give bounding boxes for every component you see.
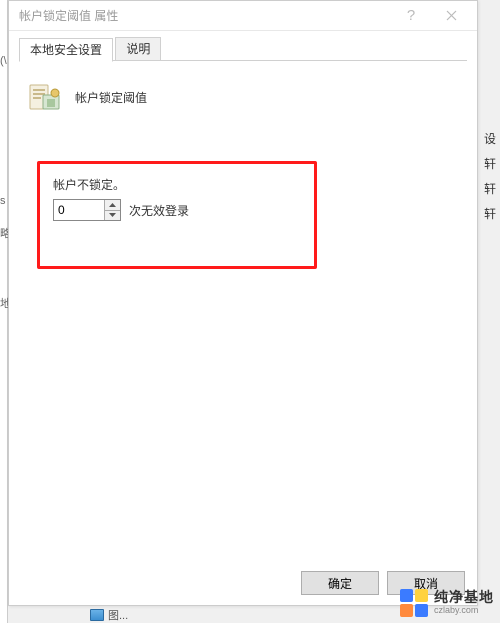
field-label: 帐户不锁定。: [53, 176, 189, 193]
ok-button[interactable]: 确定: [301, 571, 379, 595]
bg-text-fragment: 设: [484, 130, 496, 147]
tab-explain[interactable]: 说明: [115, 37, 161, 61]
bg-text-fragment: 轩: [484, 180, 496, 197]
background-window-left-edge: [0, 0, 8, 623]
policy-header: 帐户锁定阈值: [27, 79, 459, 115]
watermark-en: czlaby.com: [434, 606, 494, 616]
threshold-input[interactable]: [54, 200, 104, 220]
image-icon: [90, 609, 104, 621]
spinner-buttons: [104, 200, 120, 220]
chevron-down-icon: [109, 213, 116, 217]
bg-bottom-fragment: 图...: [90, 606, 190, 623]
bg-text-fragment: 轩: [484, 205, 496, 222]
field-unit: 次无效登录: [129, 202, 189, 219]
bg-text-fragment: (\: [0, 55, 7, 67]
tab-security-settings[interactable]: 本地安全设置: [19, 38, 113, 62]
watermark-text: 纯净基地 czlaby.com: [434, 590, 494, 615]
tab-content: 帐户锁定阈值: [9, 61, 477, 129]
bg-text-fragment: 轩: [484, 155, 496, 172]
chevron-up-icon: [109, 203, 116, 207]
close-icon: [446, 10, 457, 21]
tab-strip: 本地安全设置 说明: [19, 37, 467, 61]
threshold-spinner[interactable]: [53, 199, 121, 221]
bg-text-fragment: s: [0, 195, 6, 207]
spinner-down-button[interactable]: [105, 211, 120, 221]
lockout-threshold-field: 帐户不锁定。 次无效登录: [53, 176, 189, 221]
policy-icon: [27, 79, 63, 115]
close-button[interactable]: [431, 2, 471, 30]
titlebar[interactable]: 帐户锁定阈值 属性 ?: [9, 1, 477, 31]
watermark-logo-icon: [400, 589, 428, 617]
watermark-cn: 纯净基地: [434, 590, 494, 605]
policy-title: 帐户锁定阈值: [75, 89, 147, 106]
help-button[interactable]: ?: [391, 2, 431, 30]
properties-dialog: 帐户锁定阈值 属性 ? 本地安全设置 说明 帐户锁定阈值 帐户不锁定。: [8, 0, 478, 606]
dialog-title: 帐户锁定阈值 属性: [19, 7, 391, 24]
spinner-up-button[interactable]: [105, 200, 120, 211]
watermark: 纯净基地 czlaby.com: [400, 589, 494, 617]
